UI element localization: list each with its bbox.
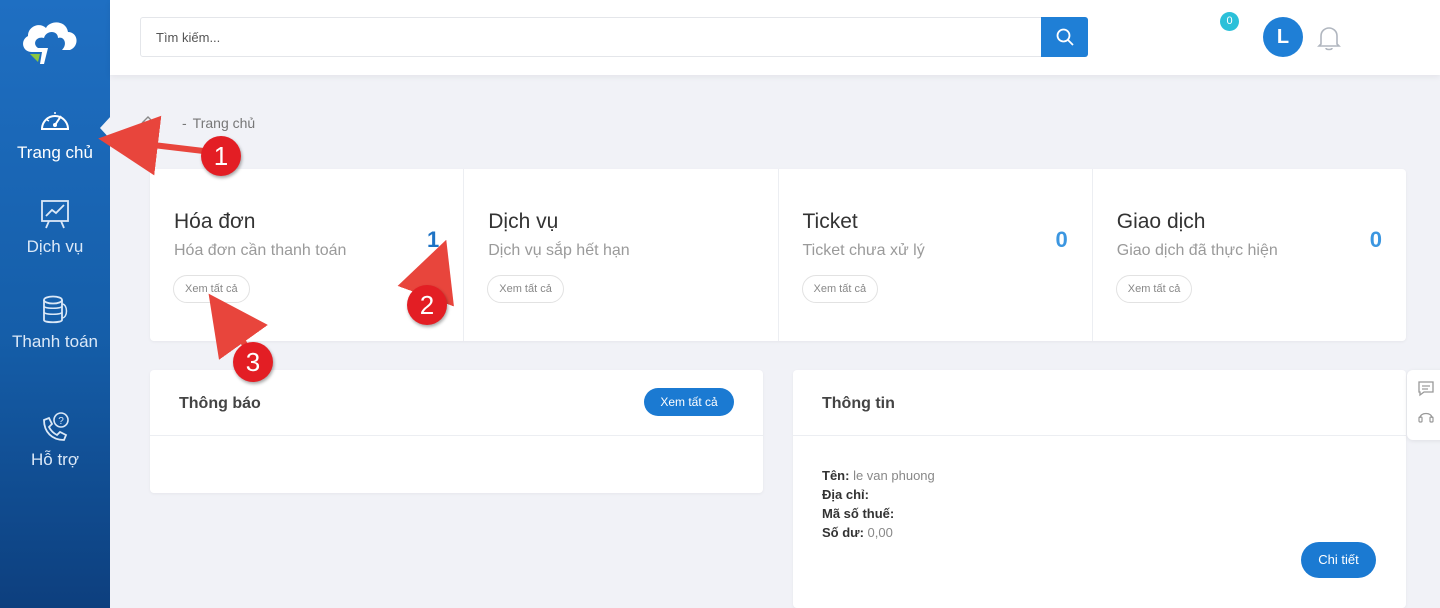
search-input[interactable] — [141, 18, 1041, 56]
info-tax-row: Mã số thuế: — [822, 506, 895, 521]
avatar[interactable]: L — [1263, 17, 1303, 57]
info-address-row: Địa chỉ: — [822, 487, 869, 502]
stats-card: Hóa đơn Hóa đơn cần thanh toán 1 Xem tất… — [150, 169, 1406, 341]
stat-value[interactable]: 1 — [427, 227, 439, 253]
sidebar-item-services[interactable]: Dịch vụ — [0, 197, 110, 259]
info-panel: Thông tin Tên: le van phuong Địa chỉ: Mã… — [793, 370, 1406, 608]
sidebar-item-label: Thanh toán — [11, 332, 98, 351]
view-all-services-button[interactable]: Xem tất cả — [487, 275, 564, 303]
stat-title: Giao dịch — [1116, 210, 1206, 233]
active-nav-pointer — [100, 116, 111, 140]
bell-icon[interactable] — [1316, 24, 1342, 52]
headset-support-icon[interactable] — [1417, 408, 1435, 426]
stat-subtitle: Giao dịch đã thực hiện — [1116, 242, 1278, 259]
sidebar-item-payment[interactable]: Thanh toán — [0, 292, 110, 354]
support-phone-icon: ? — [43, 412, 69, 441]
detail-button[interactable]: Chi tiết — [1301, 542, 1376, 578]
arrow-to-home — [98, 115, 213, 176]
stat-tickets: Ticket Ticket chưa xử lý 0 Xem tất cả — [779, 169, 1093, 341]
panel-title: Thông tin — [822, 395, 895, 412]
view-all-invoices-button[interactable]: Xem tất cả — [173, 275, 250, 303]
sidebar-item-home[interactable]: Trang chủ — [0, 103, 110, 165]
view-all-transactions-button[interactable]: Xem tất cả — [1115, 275, 1193, 303]
sidebar-item-label: Dịch vụ — [26, 237, 84, 256]
stat-subtitle: Ticket chưa xử lý — [802, 242, 925, 259]
breadcrumb-separator: - — [182, 115, 187, 131]
stat-title: Ticket — [802, 210, 858, 233]
search-icon — [1056, 28, 1074, 46]
view-all-notices-button[interactable]: Xem tất cả — [644, 388, 734, 416]
chart-board-icon — [41, 200, 69, 229]
stat-value[interactable]: 0 — [1370, 227, 1382, 253]
breadcrumb-current: Trang chủ — [192, 115, 256, 131]
stat-transactions: Giao dịch Giao dịch đã thực hiện 0 Xem t… — [1093, 169, 1406, 341]
breadcrumb: - Trang chủ — [140, 113, 255, 133]
annotation-marker-1: 1 — [201, 136, 241, 176]
panel-header: Thông tin — [793, 370, 1406, 436]
stat-title: Dịch vụ — [488, 210, 559, 233]
stat-subtitle: Hóa đơn cần thanh toán — [174, 242, 347, 259]
annotation-marker-3: 3 — [233, 342, 273, 382]
top-header — [110, 0, 1440, 75]
account-info: Tên: le van phuong Địa chỉ: Mã số thuế: … — [822, 466, 935, 542]
annotation-marker-2: 2 — [407, 285, 447, 325]
coin-stack-icon — [43, 295, 68, 324]
home-icon[interactable] — [140, 115, 156, 131]
stat-services: Dịch vụ Dịch vụ sắp hết hạn Xem tất cả — [464, 169, 779, 341]
chat-icon[interactable] — [1417, 380, 1435, 398]
stat-value[interactable]: 0 — [1056, 227, 1068, 253]
info-balance-row: Số dư: 0,00 — [822, 525, 893, 540]
search-button[interactable] — [1041, 17, 1088, 57]
search-box — [140, 17, 1088, 57]
cloud-logo-icon[interactable] — [18, 18, 80, 66]
info-name-row: Tên: le van phuong — [822, 468, 935, 483]
notification-badge: 0 — [1220, 12, 1239, 31]
stat-subtitle: Dịch vụ sắp hết hạn — [488, 242, 630, 259]
sidebar-item-support[interactable]: ? Hỗ trợ — [0, 410, 110, 472]
floating-toolbar — [1407, 370, 1440, 440]
sidebar: Trang chủ Dịch vụ Thanh toán ? Hỗ trợ — [0, 0, 110, 608]
svg-text:?: ? — [58, 416, 64, 427]
notice-panel: Thông báo Xem tất cả — [150, 370, 763, 493]
view-all-tickets-button[interactable]: Xem tất cả — [801, 275, 879, 303]
panel-header: Thông báo Xem tất cả — [150, 370, 763, 436]
sidebar-item-label: Trang chủ — [17, 143, 93, 162]
stat-title: Hóa đơn — [174, 210, 256, 233]
panel-title: Thông báo — [179, 395, 261, 412]
sidebar-item-label: Hỗ trợ — [31, 450, 79, 469]
speedometer-icon — [40, 112, 70, 130]
